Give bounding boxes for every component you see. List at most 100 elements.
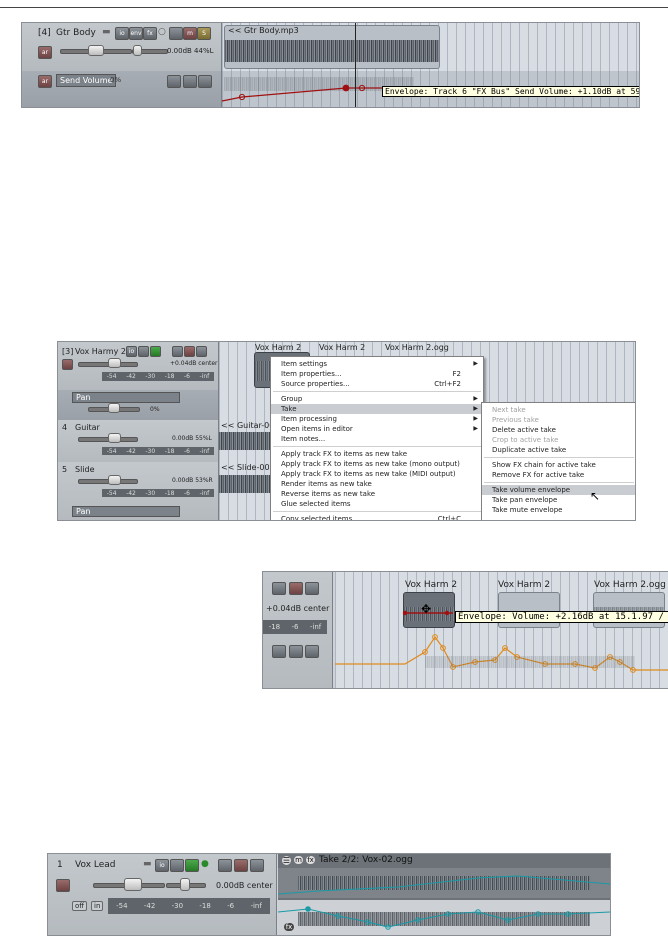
mute-button[interactable] [289,582,303,595]
arrange-view[interactable]: << Gtr Body.mp3 Envelope: Track 6 "FX Bu… [221,23,639,107]
envelope-hide-button[interactable] [289,645,303,658]
input-button[interactable]: in [91,901,104,911]
io-button[interactable]: io [126,346,137,357]
menu-item-label: Remove FX for active take [492,471,585,479]
submenu-item-next-take: Next take [482,405,635,415]
envelope-close-button[interactable] [305,645,319,658]
fx-bypass-indicator[interactable]: ● [201,859,209,869]
env-button[interactable] [170,859,184,872]
envelope-arm-button[interactable]: ar [38,75,52,88]
volume-fader-knob[interactable] [124,878,142,891]
take-fx-badge[interactable]: fx [284,923,294,931]
io-button[interactable]: io [115,27,129,40]
submenu-item-show-fx-chain-for-active-take[interactable]: Show FX chain for active take [482,460,635,470]
meter-tick: -18 [164,489,175,497]
envelope-name-button[interactable]: Send Volume [56,74,117,87]
pan-envelope-panel: Pan 0% [58,390,219,420]
menu-item-item-processing[interactable]: Item processing ▶ [271,414,483,424]
menu-item-take[interactable]: Take ▶ [271,404,483,414]
track-name[interactable]: Guitar [75,423,100,432]
envelope-name-button[interactable]: Pan [72,506,180,517]
solo-button[interactable]: S [197,27,211,40]
solo-button[interactable] [196,346,207,357]
submenu-item-remove-fx-for-active-take[interactable]: Remove FX for active take [482,470,635,480]
env-button[interactable] [138,346,149,357]
track-panel-slide: 5 Slide 0.00dB 53%R -54 -42 -30 -18 -6 -inf P… [58,462,219,520]
record-arm-button[interactable] [56,879,70,892]
fx-bypass-indicator[interactable]: ○ [158,27,166,37]
record-arm-button[interactable]: ar [38,46,52,59]
menu-item-item-properties[interactable]: Item properties... F2 [271,369,483,379]
edit-cursor [355,23,356,107]
volume-fader-knob[interactable] [108,358,121,368]
menu-item-reverse-items-as-new-take[interactable]: Reverse items as new take [271,489,483,499]
menu-item-glue-selected-items[interactable]: Glue selected items [271,499,483,509]
move-cursor-icon: ✥ [421,602,432,616]
volume-readout: +0.04dB center [266,604,330,613]
menu-item-label: Glue selected items [281,500,351,508]
menu-item-apply-track-fx-to-items-as-new-take[interactable]: Apply track FX to items as new take [271,449,483,459]
mute-button[interactable] [184,346,195,357]
menu-item-source-properties[interactable]: Source properties... Ctrl+F2 [271,379,483,389]
mute-button[interactable]: m [183,27,197,40]
menu-item-item-notes[interactable]: Item notes... [271,434,483,444]
fx-button[interactable] [150,346,161,357]
pan-fader-knob[interactable] [133,45,142,56]
envelope-close-button[interactable] [198,75,212,88]
phase-button[interactable] [272,582,286,595]
solo-button[interactable] [250,859,264,872]
volume-fader-knob[interactable] [108,475,121,485]
submenu-item-take-pan-envelope[interactable]: Take pan envelope [482,495,635,505]
menu-item-render-items-as-new-take[interactable]: Render items as new take [271,479,483,489]
env-button[interactable]: env [129,27,143,40]
menu-item-label: Reverse items as new take [281,490,376,498]
menu-item-open-items-in-editor[interactable]: Open items in editor ▶ [271,424,483,434]
envelope-fx-button[interactable] [272,645,286,658]
phase-button[interactable] [172,346,183,357]
envelope-tooltip: Envelope: Track 6 "FX Bus" Send Volume: … [382,86,639,97]
track-name[interactable]: Vox Harmy 2 [75,347,126,356]
track-name[interactable]: Gtr Body [56,28,96,38]
submenu-item-duplicate-active-take[interactable]: Duplicate active take [482,445,635,455]
mute-button[interactable] [234,859,248,872]
menu-item-item-settings[interactable]: Item settings ▶ [271,359,483,369]
track-name[interactable]: Slide [75,465,95,474]
solo-button[interactable] [305,582,319,595]
volume-fader-knob[interactable] [88,45,104,56]
submenu-item-delete-active-take[interactable]: Delete active take [482,425,635,435]
folder-icon[interactable]: ▬ [102,27,111,37]
meter-tick: -18 [164,373,175,380]
menu-separator [484,457,634,458]
meter-tick: -inf [309,623,322,631]
arrange-view[interactable]: ☰ m fx Take 2/2: Vox-02.ogg fx [277,854,610,935]
menu-item-label: Duplicate active take [492,446,567,454]
submenu-item-take-volume-envelope[interactable]: Take volume envelope [482,485,635,495]
menu-item-label: Crop to active take [492,436,559,444]
menu-item-copy-selected-items[interactable]: Copy selected items Ctrl+C [271,514,483,520]
take-volume-envelope[interactable] [335,572,668,688]
fx-button[interactable]: fx [143,27,157,40]
phase-button[interactable] [218,859,232,872]
envelope-fx-button[interactable] [167,75,181,88]
menu-item-group[interactable]: Group ▶ [271,394,483,404]
record-arm-button[interactable] [62,359,73,370]
fx-button[interactable] [185,859,199,872]
waveform [219,475,271,493]
folder-icon[interactable]: ▬ [143,859,152,869]
pan-fader-knob[interactable] [108,403,120,413]
meter-tick: -6 [291,623,299,631]
envelope-name-button[interactable]: Pan [72,392,180,403]
track-name[interactable]: Vox Lead [75,860,116,870]
io-button[interactable]: io [155,859,169,872]
menu-item-apply-track-fx-to-items-as-new-take-midi-output[interactable]: Apply track FX to items as new take (MID… [271,469,483,479]
menu-item-shortcut: Ctrl+F2 [434,380,461,388]
envelope-hide-button[interactable] [183,75,197,88]
pan-fader-knob[interactable] [180,878,190,891]
submenu-item-take-mute-envelope[interactable]: Take mute envelope [482,505,635,515]
monitor-off-button[interactable]: off [72,901,88,911]
phase-button[interactable] [169,27,183,40]
menu-item-apply-track-fx-to-items-as-new-take-mono-output[interactable]: Apply track FX to items as new take (mon… [271,459,483,469]
take-envelopes[interactable] [277,854,610,935]
volume-fader-knob[interactable] [108,433,121,443]
arrange-view[interactable]: Vox Harm 2 Vox Harm 2 Vox Harm 2.ogg ✥ E… [335,572,668,688]
